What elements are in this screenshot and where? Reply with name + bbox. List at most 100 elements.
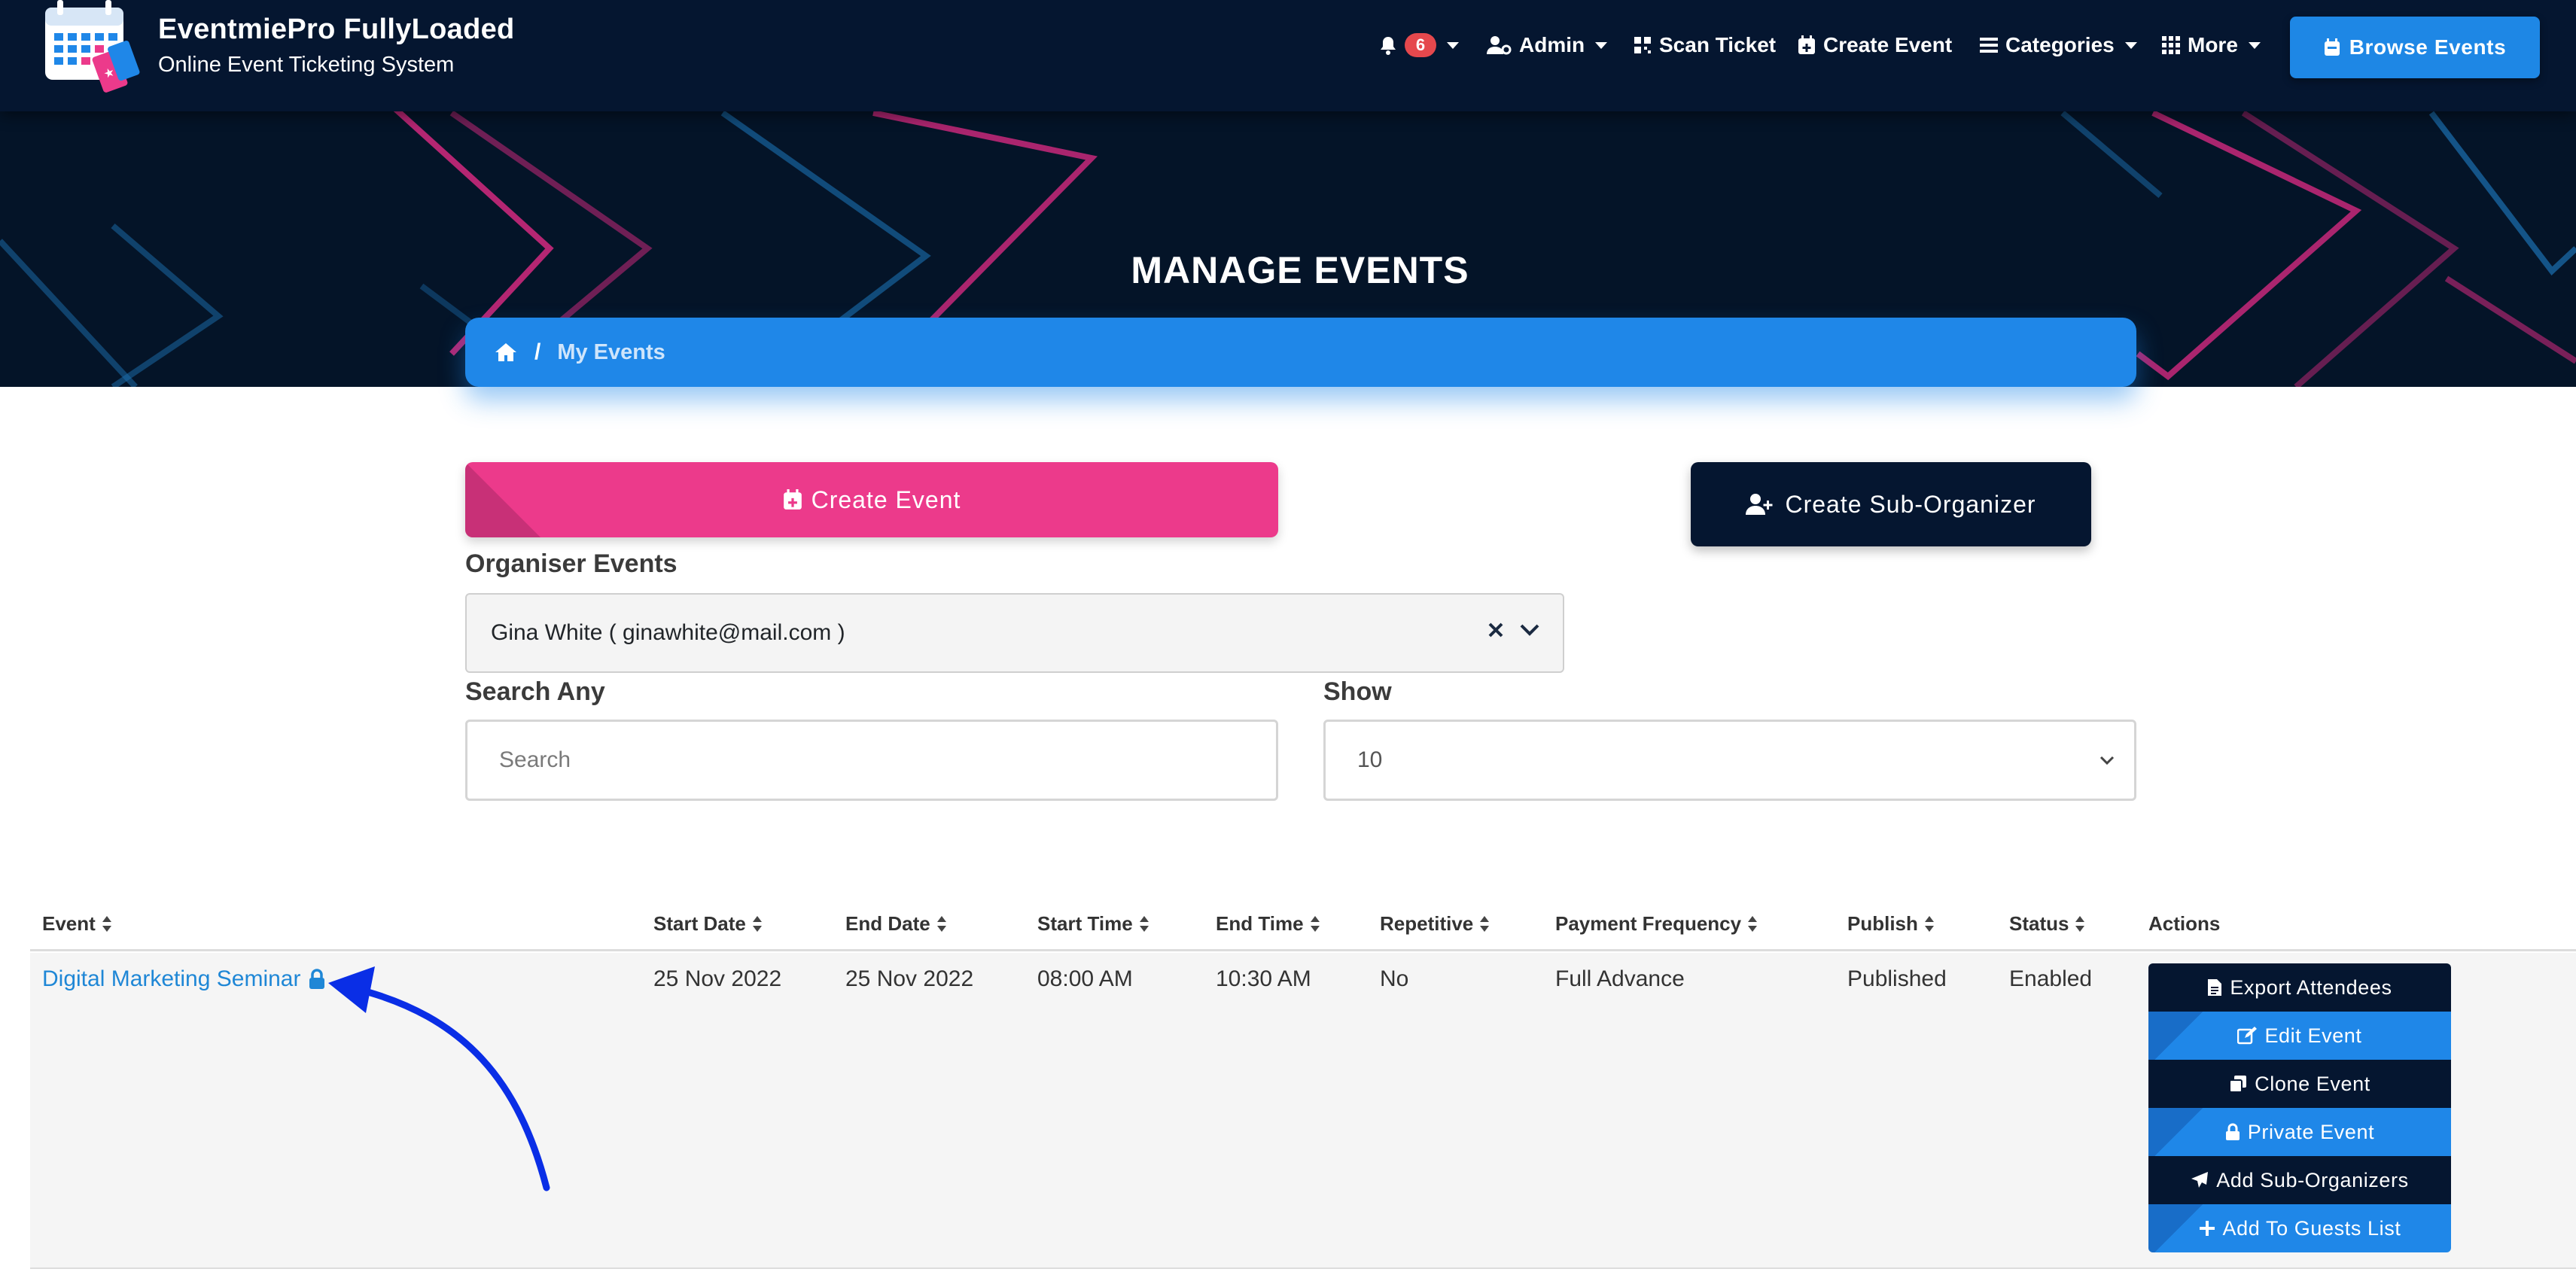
sort-icon: [102, 915, 112, 933]
nav-more[interactable]: More: [2162, 30, 2261, 60]
create-sub-organizer-button[interactable]: Create Sub-Organizer: [1691, 462, 2091, 546]
calendar-ticket-logo-icon[interactable]: ★: [42, 0, 140, 93]
header-payment-frequency[interactable]: Payment Frequency: [1555, 912, 1758, 936]
page-title: MANAGE EVENTS: [1131, 249, 1469, 291]
calendar-plus-icon: [783, 489, 802, 510]
sort-icon: [1924, 915, 1935, 933]
nav-categories-label: Categories: [2005, 33, 2115, 56]
create-event-label: Create Event: [811, 485, 961, 513]
nav-admin-label: Admin: [1519, 33, 1585, 56]
cell-end-date: 25 Nov 2022: [845, 966, 974, 991]
nav-scan-ticket[interactable]: Scan Ticket: [1634, 30, 1776, 60]
header-end-time[interactable]: End Time: [1216, 912, 1320, 936]
nav-create-event[interactable]: Create Event: [1798, 30, 1952, 60]
export-attendees-button[interactable]: Export Attendees: [2148, 963, 2451, 1012]
cell-start-date: 25 Nov 2022: [653, 966, 782, 991]
breadcrumb-my-events[interactable]: My Events: [557, 340, 665, 365]
nav-more-label: More: [2188, 33, 2238, 56]
organiser-events-label: Organiser Events: [465, 549, 677, 578]
bell-icon: [1381, 37, 1396, 55]
nav-categories[interactable]: Categories: [1980, 30, 2137, 60]
grid-icon: [2162, 36, 2180, 54]
calendar-plus-icon: [1798, 35, 1815, 54]
paper-plane-icon: [2191, 1172, 2209, 1188]
chevron-down-icon: [2124, 41, 2137, 49]
lock-icon: [309, 969, 325, 989]
home-icon[interactable]: [494, 342, 518, 363]
show-entries-value: 10: [1357, 747, 1383, 772]
header-repetitive[interactable]: Repetitive: [1380, 912, 1490, 936]
brand-subtitle: Online Event Ticketing System: [158, 53, 455, 77]
clone-event-button[interactable]: Clone Event: [2148, 1060, 2451, 1108]
actions-menu: Export Attendees Edit Event Clone Event …: [2148, 963, 2451, 1252]
edit-event-button[interactable]: Edit Event: [2148, 1012, 2451, 1060]
header-publish[interactable]: Publish: [1847, 912, 1935, 936]
user-cog-icon: [1487, 36, 1512, 55]
sort-icon: [1310, 915, 1320, 933]
add-to-guests-list-button[interactable]: Add To Guests List: [2148, 1204, 2451, 1252]
clone-event-label: Clone Event: [2255, 1072, 2370, 1095]
event-name: Digital Marketing Seminar: [42, 966, 301, 991]
clear-x-icon[interactable]: [1487, 622, 1504, 638]
show-entries-select[interactable]: 10: [1323, 720, 2136, 801]
organiser-select-value: Gina White ( ginawhite@mail.com ): [491, 620, 845, 645]
qrcode-icon: [1634, 37, 1651, 53]
export-attendees-label: Export Attendees: [2230, 975, 2392, 999]
header-start-time[interactable]: Start Time: [1037, 912, 1149, 936]
notification-count-badge: 6: [1405, 33, 1436, 57]
cell-payment-frequency: Full Advance: [1555, 966, 1685, 991]
notifications-dropdown[interactable]: 6: [1379, 30, 1459, 60]
sort-icon: [752, 915, 763, 933]
top-navbar: ★ EventmiePro FullyLoaded Online Event T…: [0, 0, 2576, 111]
create-sub-organizer-label: Create Sub-Organizer: [1785, 490, 2036, 518]
plus-icon: [2199, 1221, 2215, 1236]
header-actions: Actions: [2148, 912, 2221, 935]
cell-publish: Published: [1847, 966, 1947, 991]
chevron-down-icon[interactable]: [1519, 622, 1540, 638]
cell-status: Enabled: [2009, 966, 2093, 991]
table-row: Digital Marketing Seminar 25 Nov 2022 25…: [30, 953, 2576, 1269]
browse-events-button[interactable]: Browse Events: [2290, 17, 2540, 78]
nav-scan-ticket-label: Scan Ticket: [1659, 33, 1777, 56]
sort-icon: [1139, 915, 1149, 933]
clone-icon: [2229, 1076, 2247, 1093]
create-event-button[interactable]: Create Event: [465, 462, 1278, 537]
header-event[interactable]: Event: [42, 912, 112, 936]
breadcrumb-separator: /: [534, 339, 541, 364]
sort-icon: [1747, 915, 1758, 933]
menu-bars-icon: [1980, 38, 1998, 53]
header-status[interactable]: Status: [2009, 912, 2085, 936]
add-sub-organizers-label: Add Sub-Organizers: [2216, 1168, 2409, 1191]
sort-icon: [2075, 915, 2085, 933]
chevron-down-icon: [2248, 41, 2261, 49]
user-plus-icon: [1746, 494, 1773, 515]
sort-icon: [1479, 915, 1490, 933]
add-sub-organizers-button[interactable]: Add Sub-Organizers: [2148, 1156, 2451, 1204]
private-event-label: Private Event: [2247, 1120, 2375, 1143]
browse-events-label: Browse Events: [2349, 35, 2507, 59]
chevron-down-icon: [1595, 41, 1608, 49]
organiser-select[interactable]: Gina White ( ginawhite@mail.com ): [465, 593, 1564, 673]
private-event-button[interactable]: Private Event: [2148, 1108, 2451, 1156]
events-table-header: Event Start Date End Date Start Time End…: [30, 902, 2576, 951]
header-end-date[interactable]: End Date: [845, 912, 947, 936]
edit-event-label: Edit Event: [2264, 1024, 2362, 1047]
sort-icon: [936, 915, 947, 933]
header-start-date[interactable]: Start Date: [653, 912, 763, 936]
nav-admin[interactable]: Admin: [1486, 30, 1608, 60]
brand-title[interactable]: EventmiePro FullyLoaded: [158, 14, 515, 46]
event-name-link[interactable]: Digital Marketing Seminar: [42, 966, 326, 992]
show-label: Show: [1323, 677, 1392, 706]
file-export-icon: [2208, 979, 2222, 996]
cell-start-time: 08:00 AM: [1037, 966, 1133, 991]
nav-create-event-label: Create Event: [1823, 33, 1953, 56]
calendar-icon: [2324, 38, 2340, 56]
add-to-guests-list-label: Add To Guests List: [2222, 1216, 2401, 1240]
cell-end-time: 10:30 AM: [1216, 966, 1311, 991]
search-any-label: Search Any: [465, 677, 605, 706]
chevron-down-icon: [1447, 41, 1459, 49]
search-input[interactable]: [465, 720, 1278, 801]
lock-icon: [2225, 1123, 2240, 1140]
cell-repetitive: No: [1380, 966, 1409, 991]
edit-icon: [2237, 1027, 2258, 1045]
